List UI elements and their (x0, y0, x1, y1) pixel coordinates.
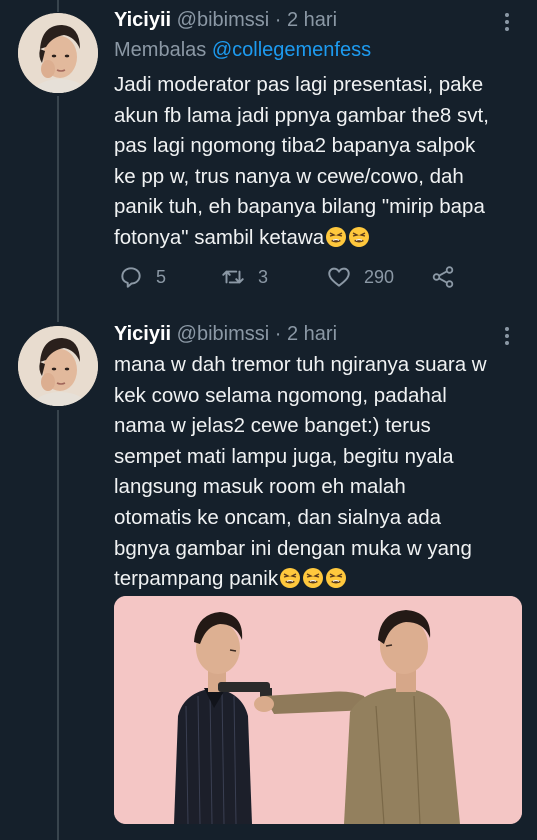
like-button[interactable]: 290 (326, 262, 394, 292)
avatar[interactable] (18, 13, 98, 93)
replying-to: Membalas @collegemenfess (114, 36, 371, 64)
vertical-dots-icon[interactable] (495, 10, 519, 34)
tweet-line-text: terpampang panik (114, 567, 279, 591)
tweet-line: bgnya gambar ini dengan muka w yang (114, 536, 472, 560)
tweet-line-text: fotonya" sambil ketawa (114, 225, 325, 249)
user-handle[interactable]: @bibimssi (177, 9, 270, 31)
tweet-line: panik tuh, eh bapanya bilang "mirip bapa (114, 195, 485, 219)
tired-face-emoji (349, 226, 370, 247)
tweet-line: ke pp w, trus nanya w cewe/cowo, dah (114, 164, 464, 188)
tweet-line: akun fb lama jadi ppnya gambar the8 svt, (114, 103, 489, 127)
tweet-line-last: fotonya" sambil ketawa (114, 223, 524, 254)
timestamp[interactable]: 2 hari (287, 9, 337, 31)
tweet-header: Yiciyii @bibimssi · 2 hari (114, 6, 517, 34)
tweet-line: pas lagi ngomong tiba2 bapanya salpok (114, 134, 476, 158)
tweet-photo[interactable] (114, 596, 522, 824)
retweet-count: 3 (258, 266, 269, 287)
tweet-text: Jadi moderator pas lagi presentasi, pake… (114, 70, 524, 254)
display-name[interactable]: Yiciyii (114, 323, 171, 345)
tweet-line-last: terpampang panik (114, 564, 524, 595)
reply-count: 5 (156, 266, 167, 287)
user-handle[interactable]: @bibimssi (177, 323, 270, 345)
tired-face-emoji (303, 568, 324, 589)
tweet-line: otomatis ke oncam, dan sialnya ada (114, 505, 442, 529)
vertical-dots-icon[interactable] (495, 324, 519, 348)
avatar[interactable] (18, 326, 98, 406)
tired-face-emoji (326, 226, 347, 247)
like-count: 290 (364, 266, 395, 287)
tweet-line: sempet mati lampu juga, begitu nyala (114, 444, 454, 468)
mention-link[interactable]: @collegemenfess (212, 39, 371, 61)
share-button[interactable] (430, 262, 468, 292)
tired-face-emoji (280, 568, 301, 589)
timestamp[interactable]: 2 hari (287, 323, 337, 345)
separator-dot: · (274, 323, 282, 345)
retweet-button[interactable]: 3 (220, 262, 268, 292)
speech-bubble-icon (121, 267, 141, 288)
tweet-line: nama w jelas2 cewe banget:) terus (114, 414, 431, 438)
display-name[interactable]: Yiciyii (114, 9, 171, 31)
share-nodes-icon (432, 266, 454, 288)
tweet-line: langsung masuk room eh malah (114, 475, 406, 499)
tweet-line: Jadi moderator pas lagi presentasi, pake (114, 73, 484, 96)
tweet-line: kek cowo selama ngomong, padahal (114, 383, 447, 407)
tweet-actions: 5 3 290 (114, 262, 517, 292)
tired-face-emoji (326, 568, 347, 589)
reply-button[interactable]: 5 (118, 262, 166, 292)
tweet-header: Yiciyii @bibimssi · 2 hari (114, 320, 517, 348)
replying-prefix: Membalas (114, 39, 207, 61)
heart-icon (328, 267, 350, 287)
retweet-arrows-icon (222, 270, 244, 284)
tweet-line: mana w dah tremor tuh ngiranya suara w (114, 353, 487, 376)
photo-illustration (114, 596, 522, 824)
tweet-1[interactable]: Yiciyii @bibimssi · 2 hari Membalas @col… (0, 0, 537, 320)
tweet-text: mana w dah tremor tuh ngiranya suara w k… (114, 350, 524, 595)
separator-dot: · (274, 9, 282, 31)
